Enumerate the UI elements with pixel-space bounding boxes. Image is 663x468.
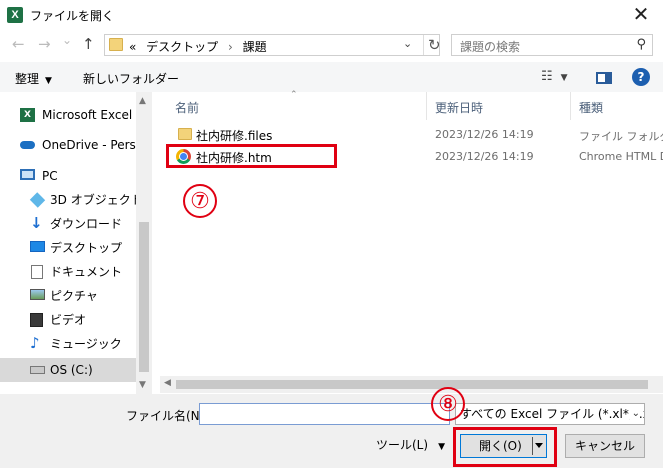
drive-icon — [30, 366, 45, 374]
organize-menu-button[interactable]: 整理 ▼ — [15, 70, 52, 87]
tools-label: ツール(L) — [376, 438, 429, 452]
column-header-date[interactable]: 更新日時 — [435, 99, 483, 116]
tools-menu-button[interactable]: ツール(L) ▼ — [376, 436, 445, 453]
search-input[interactable]: 課題の検索 ⚲ — [451, 34, 653, 56]
sidebar-item-label: デスクトップ — [50, 241, 123, 255]
file-date: 2023/12/26 14:19 — [435, 150, 534, 163]
preview-pane-icon[interactable] — [596, 72, 612, 84]
bottom-panel: ファイル名(N): すべての Excel ファイル (*.xl*;*.xlsx … — [0, 394, 663, 468]
cancel-button[interactable]: キャンセル — [565, 434, 645, 458]
file-type: Chrome HTML D — [579, 150, 663, 163]
highlight-box — [166, 144, 337, 168]
sidebar-item-label: 3D オブジェクト — [50, 193, 136, 207]
sidebar-item-label: ドキュメント — [50, 265, 123, 279]
breadcrumb-current[interactable]: 課題 — [243, 40, 267, 54]
title-bar: X ファイルを開く ✕ — [0, 0, 663, 30]
sidebar-item-pc[interactable]: PC — [0, 164, 136, 188]
refresh-icon[interactable]: ↻ — [423, 35, 441, 55]
scrollbar-thumb[interactable] — [176, 380, 648, 389]
forward-arrow-icon[interactable]: → — [38, 35, 51, 53]
chevron-right-icon: › — [228, 40, 233, 54]
search-placeholder: 課題の検索 — [460, 40, 521, 54]
excel-icon: X — [7, 7, 23, 23]
sidebar-item-label: ピクチャ — [50, 289, 98, 303]
sidebar-item-pictures[interactable]: ピクチャ — [0, 284, 136, 308]
filename-input[interactable] — [199, 403, 450, 425]
cloud-icon — [20, 141, 35, 149]
video-icon — [30, 313, 43, 327]
back-arrow-icon[interactable]: ← — [12, 35, 25, 53]
sidebar-item-3d-objects[interactable]: 3D オブジェクト — [0, 188, 136, 212]
sidebar-item-label: ビデオ — [50, 313, 87, 327]
breadcrumb-overflow[interactable]: « — [129, 40, 136, 54]
file-type: ファイル フォルダー — [579, 130, 663, 143]
sidebar-scrollbar[interactable]: ▲ ▼ — [136, 92, 152, 394]
highlight-box — [453, 427, 557, 467]
column-divider[interactable] — [426, 92, 427, 120]
caret-down-icon: ▼ — [438, 442, 445, 452]
file-type-filter: すべての Excel ファイル (*.xl*;*.xlsx — [460, 407, 644, 421]
music-icon: ♪ — [30, 334, 40, 352]
close-button[interactable]: ✕ — [619, 0, 663, 30]
picture-icon — [30, 289, 45, 300]
sort-ascending-icon: ⌃ — [290, 90, 298, 100]
breadcrumb: « デスクトップ › 課題 — [129, 38, 267, 55]
sidebar-item-os-drive[interactable]: OS (C:) — [0, 358, 136, 382]
folder-icon — [178, 128, 192, 140]
column-divider[interactable] — [570, 92, 571, 120]
caret-down-icon: ▼ — [45, 76, 52, 86]
horizontal-scrollbar[interactable]: ◀ — [160, 376, 663, 393]
file-name: 社内研修.files — [196, 129, 273, 143]
command-toolbar: 整理 ▼ 新しいフォルダー ☷ ▼ ? — [0, 62, 663, 92]
recent-locations-icon[interactable]: ⌄ — [62, 33, 72, 47]
navigation-pane: X Microsoft Excel OneDrive - Person PC 3… — [0, 92, 152, 394]
sidebar-item-onedrive[interactable]: OneDrive - Person — [0, 133, 136, 157]
sidebar-item-downloads[interactable]: ↓ ダウンロード — [0, 212, 136, 236]
search-icon[interactable]: ⚲ — [636, 37, 646, 52]
details-view-icon: ☷ — [541, 69, 553, 84]
document-icon — [31, 265, 43, 279]
file-list: 名前 ⌃ 更新日時 種類 社内研修.files 2023/12/26 14:19… — [160, 90, 663, 382]
help-icon[interactable]: ? — [632, 68, 650, 86]
sidebar-item-microsoft-excel[interactable]: X Microsoft Excel — [0, 103, 136, 127]
sidebar-item-label: ダウンロード — [50, 217, 123, 231]
file-type-select[interactable]: すべての Excel ファイル (*.xl*;*.xlsx ⌄ — [455, 403, 645, 425]
view-options-button[interactable]: ☷ ▼ — [541, 69, 568, 84]
sidebar-item-music[interactable]: ♪ ミュージック — [0, 332, 136, 356]
desktop-icon — [30, 241, 45, 252]
file-date: 2023/12/26 14:19 — [435, 128, 534, 141]
caret-down-icon: ▼ — [560, 73, 568, 83]
sidebar-item-videos[interactable]: ビデオ — [0, 308, 136, 332]
sidebar-item-label: ミュージック — [50, 337, 122, 351]
cube-icon — [29, 192, 46, 208]
organize-label: 整理 — [15, 72, 40, 86]
sidebar-item-label: PC — [42, 169, 58, 183]
download-icon: ↓ — [30, 214, 43, 232]
column-header-type[interactable]: 種類 — [579, 99, 603, 116]
step-7-marker: ⑦ — [183, 184, 217, 218]
chevron-down-icon: ⌄ — [629, 404, 640, 424]
up-arrow-icon[interactable]: ↑ — [82, 35, 95, 53]
scroll-up-icon[interactable]: ▲ — [139, 96, 146, 106]
sidebar-item-label: Microsoft Excel — [42, 108, 133, 122]
filename-label: ファイル名(N): — [126, 409, 209, 423]
sidebar-item-label: OneDrive - Person — [42, 138, 136, 152]
scroll-down-icon[interactable]: ▼ — [139, 380, 146, 390]
list-item[interactable]: 社内研修.files 2023/12/26 14:19 ファイル フォルダー — [170, 124, 663, 146]
sidebar-item-label: OS (C:) — [50, 363, 93, 377]
address-bar[interactable]: « デスクトップ › 課題 ⌄ ↻ — [104, 34, 441, 56]
chevron-down-icon[interactable]: ⌄ — [403, 37, 412, 50]
scrollbar-thumb[interactable] — [139, 222, 149, 372]
sidebar-item-desktop[interactable]: デスクトップ — [0, 236, 136, 260]
scroll-left-icon[interactable]: ◀ — [164, 378, 171, 388]
new-folder-button[interactable]: 新しいフォルダー — [83, 70, 179, 87]
window-title: ファイルを開く — [30, 9, 115, 23]
breadcrumb-desktop[interactable]: デスクトップ — [146, 40, 218, 54]
step-8-marker: ⑧ — [431, 387, 465, 421]
sidebar-item-documents[interactable]: ドキュメント — [0, 260, 136, 284]
folder-icon — [109, 38, 123, 51]
excel-icon: X — [20, 108, 35, 122]
column-header-name[interactable]: 名前 — [175, 99, 199, 116]
pc-icon — [20, 169, 35, 180]
